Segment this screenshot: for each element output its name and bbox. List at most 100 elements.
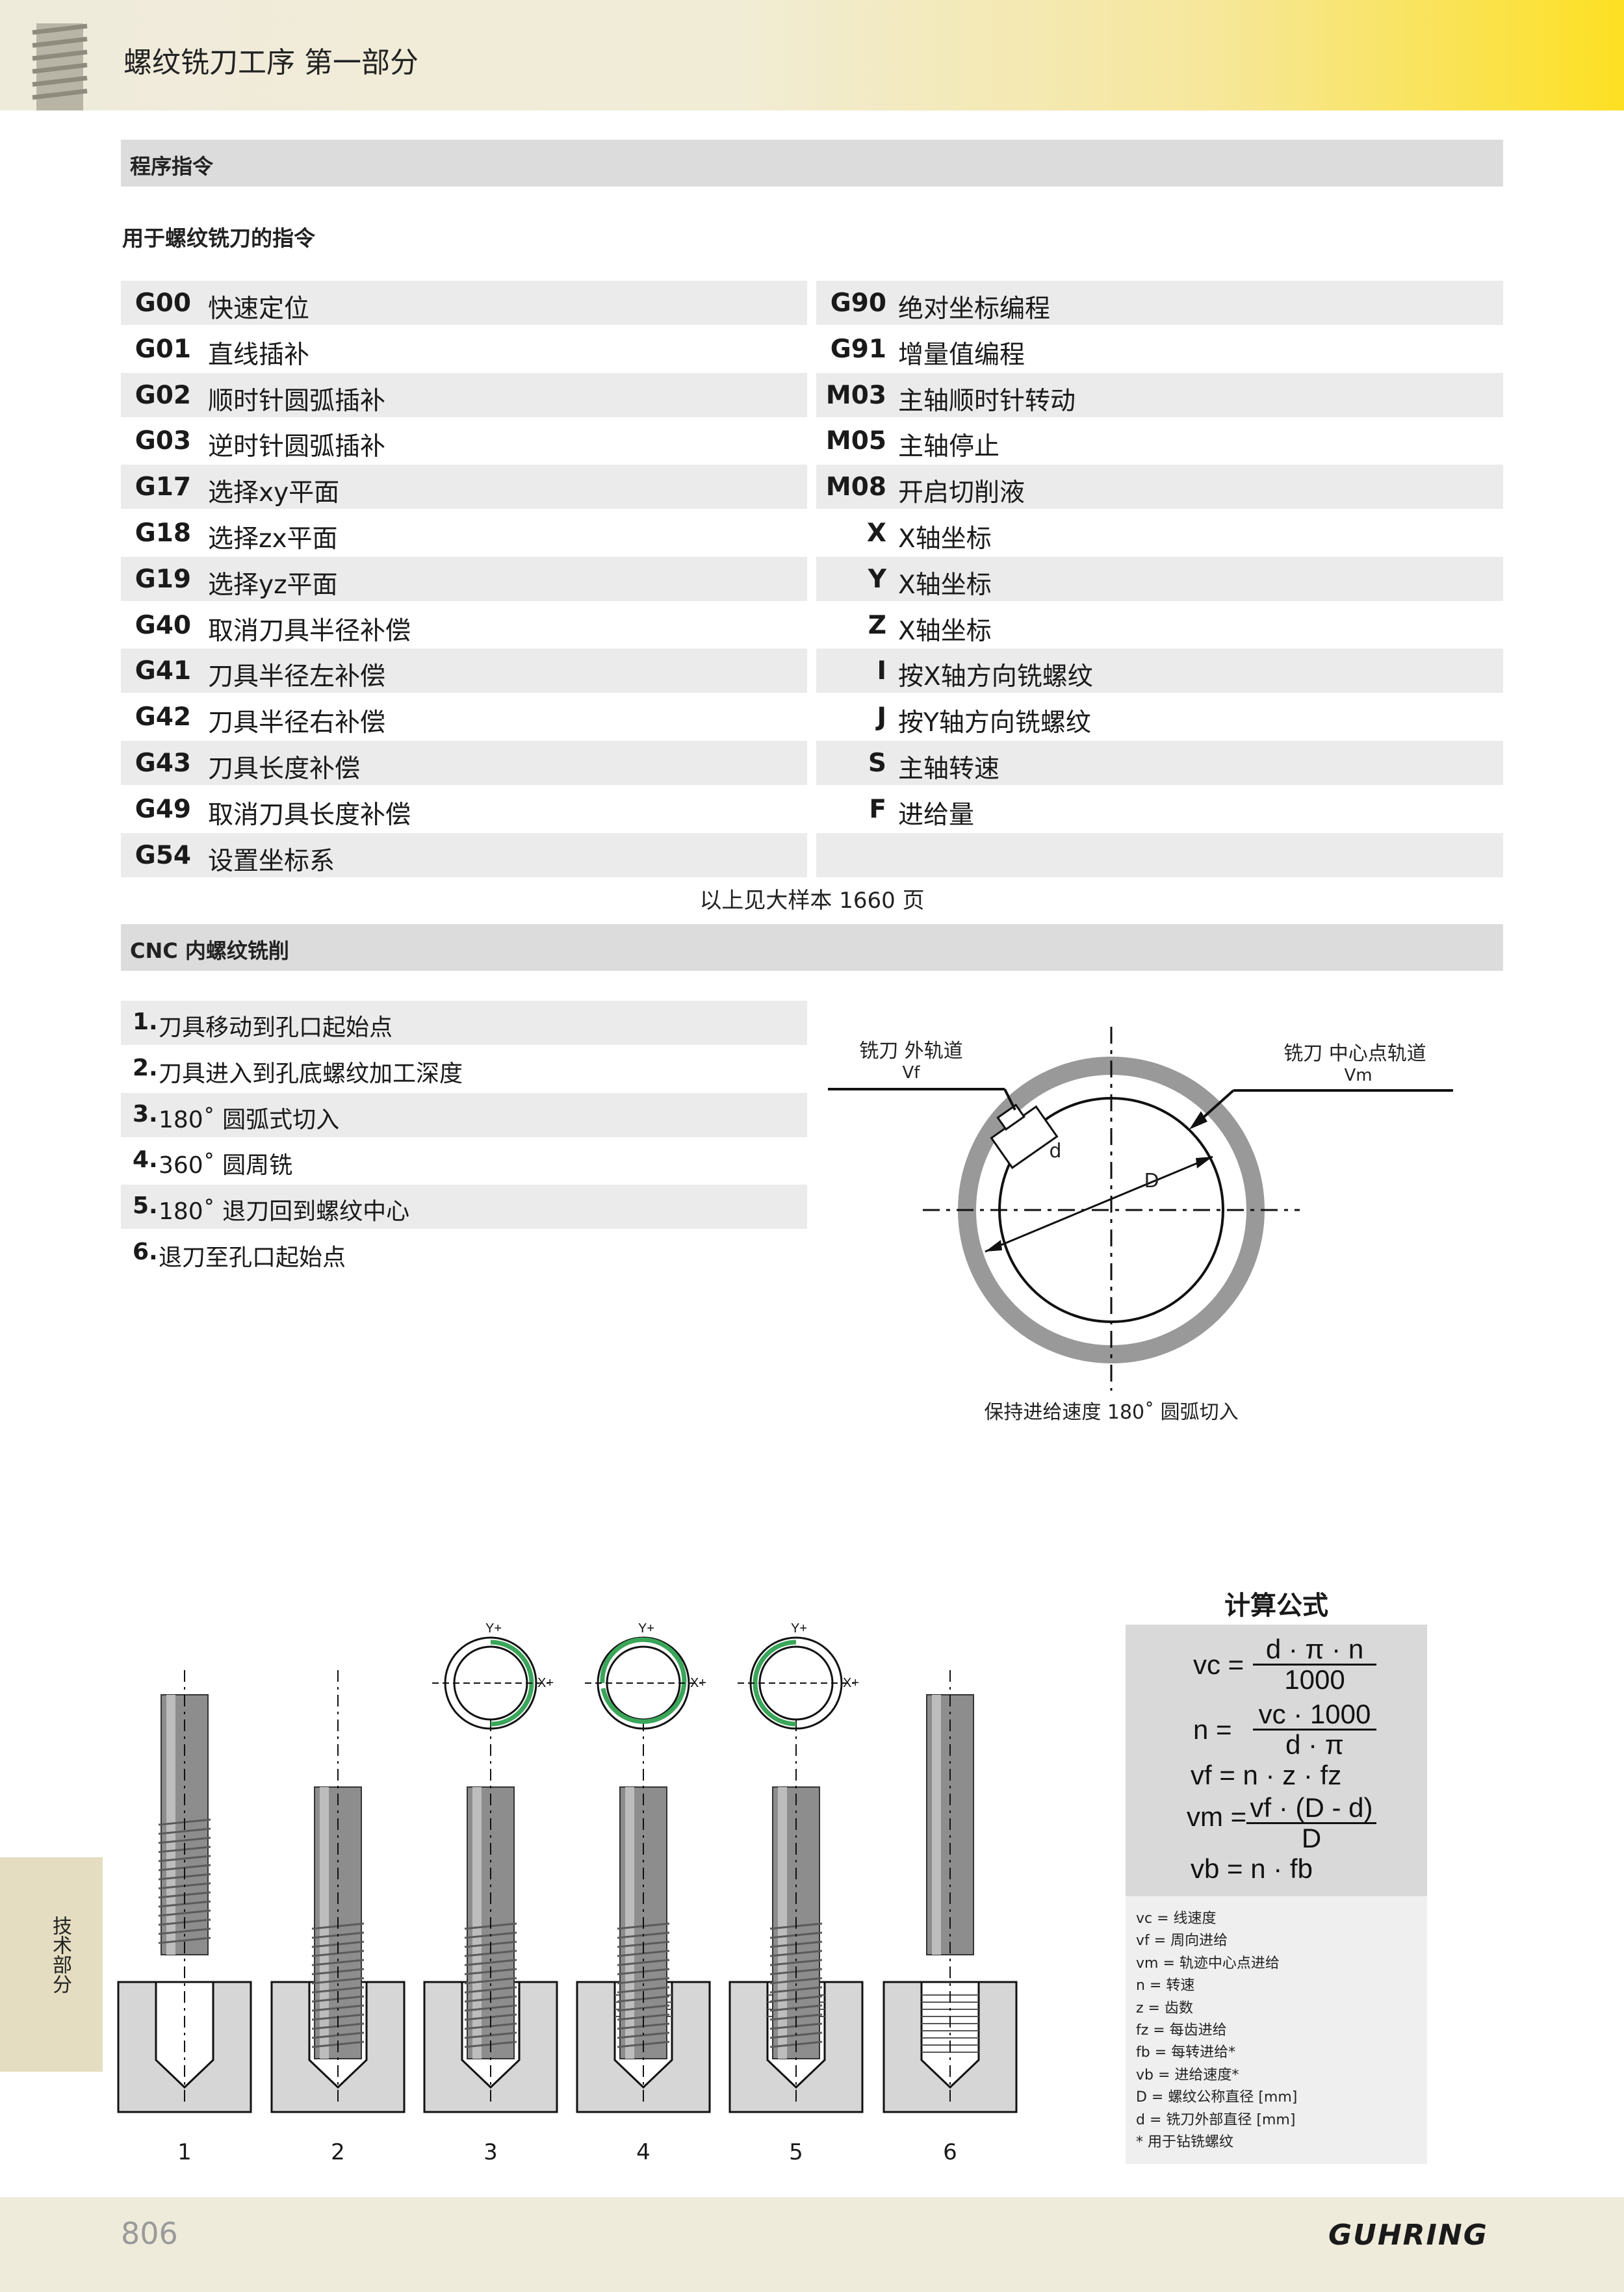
command-row: G91 增量值编程 — [816, 327, 1503, 371]
command-row: G03 逆时针圆弧插补 — [121, 418, 807, 463]
formula-n-lhs: n = — [1193, 1714, 1232, 1745]
side-tab[interactable]: 技术部分 — [0, 1857, 103, 2072]
step-item: 2. 刀具进入到孔底螺纹加工深度 — [121, 1047, 807, 1091]
tool-sequence-illustration: Y+ X+ Y+ X+ Y+ X+ — [117, 1621, 1018, 2113]
command-code: G54 — [135, 840, 191, 870]
outer-path-label: 铣刀 外轨道 — [859, 1040, 963, 1062]
command-row: G18 选择zx平面 — [121, 511, 807, 555]
legend-line: vc = 线速度 — [1136, 1911, 1217, 1927]
command-code: M05 — [825, 426, 886, 456]
step-text: 180˚ 退刀回到螺纹中心 — [159, 1198, 410, 1226]
subheading: 用于螺纹铣刀的指令 — [122, 225, 315, 251]
cutter-diameter-label: d — [1049, 1140, 1062, 1163]
command-description: X轴坐标 — [898, 616, 992, 646]
command-code: G00 — [135, 289, 191, 318]
step-item: 1. 刀具移动到孔口起始点 — [121, 1001, 807, 1045]
step-text: 刀具移动到孔口起始点 — [159, 1014, 393, 1041]
formula-legend: vc = 线速度 vf = 周向进给 vm = 轨迹中心点进给 n = 转速 z = 齿… — [1126, 1896, 1427, 2164]
command-description: 主轴停止 — [898, 432, 1000, 462]
tool-stage-6 — [883, 1670, 1018, 2113]
step-item: 6. 退刀至孔口起始点 — [121, 1231, 807, 1275]
command-row: G49 取消刀具长度补偿 — [121, 787, 807, 831]
step-number: 4. — [133, 1146, 158, 1174]
command-description: 逆时针圆弧插补 — [208, 432, 386, 462]
command-row: G01 直线插补 — [121, 327, 807, 371]
command-code: G03 — [135, 426, 191, 456]
command-description: 选择xy平面 — [208, 478, 340, 508]
command-row: J 按Y轴方向铣螺纹 — [816, 695, 1503, 739]
command-code: G19 — [135, 564, 191, 594]
axis-label-x: X+ — [843, 1676, 859, 1690]
command-description: X轴坐标 — [898, 570, 992, 600]
command-row — [816, 832, 1503, 877]
command-code: G17 — [135, 472, 191, 502]
stage-number: 4 — [636, 2139, 651, 2165]
command-row: Y X轴坐标 — [816, 556, 1503, 601]
command-row: G54 设置坐标系 — [121, 832, 807, 877]
command-description: 设置坐标系 — [208, 846, 335, 876]
stage-number: 2 — [331, 2139, 345, 2165]
formula-vf: vf = n · z · fz — [1191, 1760, 1342, 1790]
command-row: G90 绝对坐标编程 — [816, 281, 1503, 325]
command-code: M03 — [825, 380, 886, 410]
step-text: 180˚ 圆弧式切入 — [159, 1106, 340, 1133]
command-code: G02 — [135, 380, 191, 410]
command-description: 开启切削液 — [898, 478, 1025, 508]
legend-line: n = 转速 — [1136, 1977, 1195, 1994]
screw-logo-icon — [32, 23, 88, 110]
stage-number: 5 — [789, 2139, 803, 2165]
reference-note: 以上见大样本 1660 页 — [699, 888, 925, 914]
outer-path-symbol: Vf — [902, 1063, 920, 1083]
section-bar-program-commands: 程序指令 — [121, 140, 1503, 187]
command-row: F 进给量 — [816, 787, 1503, 831]
command-row: G00 快速定位 — [121, 281, 807, 325]
command-row: M08 开启切削液 — [816, 465, 1503, 509]
step-item: 5. 180˚ 退刀回到螺纹中心 — [121, 1185, 807, 1230]
brand-logo: GUHRING — [1328, 2219, 1488, 2252]
command-code: F — [869, 794, 886, 824]
command-code: G49 — [135, 794, 191, 824]
command-code: I — [877, 656, 886, 686]
stage-number: 1 — [177, 2139, 192, 2165]
legend-line: fb = 每转进给* — [1136, 2044, 1236, 2061]
command-code: G18 — [135, 519, 191, 548]
legend-line: vf = 周向进给 — [1136, 1933, 1228, 1950]
command-description: 顺时针圆弧插补 — [208, 386, 386, 416]
command-description: 刀具半径左补偿 — [208, 662, 386, 692]
command-code: X — [866, 519, 886, 548]
formula-denominator: d · π — [1285, 1729, 1344, 1760]
formula-vc-lhs: vc = — [1193, 1649, 1244, 1680]
command-code: G90 — [830, 289, 886, 318]
command-code: S — [868, 749, 886, 778]
formula-vb: vb = n · fb — [1191, 1853, 1313, 1884]
formula-numerator: vc · 1000 — [1253, 1700, 1376, 1731]
step-number: 3. — [133, 1100, 158, 1127]
tool-stage-4: Y+ X+ — [576, 1621, 711, 2113]
command-row: Z X轴坐标 — [816, 603, 1503, 647]
command-code: G41 — [135, 656, 191, 686]
command-description: 取消刀具长度补偿 — [208, 800, 411, 830]
formula-vm-lhs: vm = — [1187, 1801, 1247, 1832]
tool-stage-2 — [270, 1670, 406, 2113]
command-row: M05 主轴停止 — [816, 418, 1503, 463]
formula-numerator: vf · (D - d) — [1246, 1794, 1376, 1824]
tool-stage-5: Y+ X+ — [728, 1621, 864, 2113]
step-item: 3. 180˚ 圆弧式切入 — [121, 1092, 807, 1137]
stage-number: 3 — [483, 2139, 498, 2165]
command-description: 刀具半径右补偿 — [208, 708, 386, 738]
command-code: M08 — [825, 472, 886, 502]
step-text: 刀具进入到孔底螺纹加工深度 — [159, 1060, 463, 1087]
legend-line: d = 铣刀外部直径 [mm] — [1136, 2111, 1296, 2128]
command-row: G19 选择yz平面 — [121, 556, 807, 601]
step-text: 360˚ 圆周铣 — [159, 1152, 293, 1179]
step-number: 6. — [133, 1239, 158, 1265]
command-code: Z — [868, 610, 886, 640]
command-description: X轴坐标 — [898, 524, 992, 554]
formula-vc-fraction: d · π · n 1000 — [1253, 1635, 1376, 1694]
section-bar-cnc: CNC 内螺纹铣削 — [121, 924, 1503, 971]
center-path-symbol: Vm — [1344, 1066, 1373, 1085]
legend-line: * 用于钻铣螺纹 — [1136, 2134, 1233, 2150]
command-row: G42 刀具半径右补偿 — [121, 695, 807, 739]
page-number: 806 — [121, 2216, 178, 2251]
legend-line: vb = 进给速度* — [1136, 2067, 1239, 2083]
